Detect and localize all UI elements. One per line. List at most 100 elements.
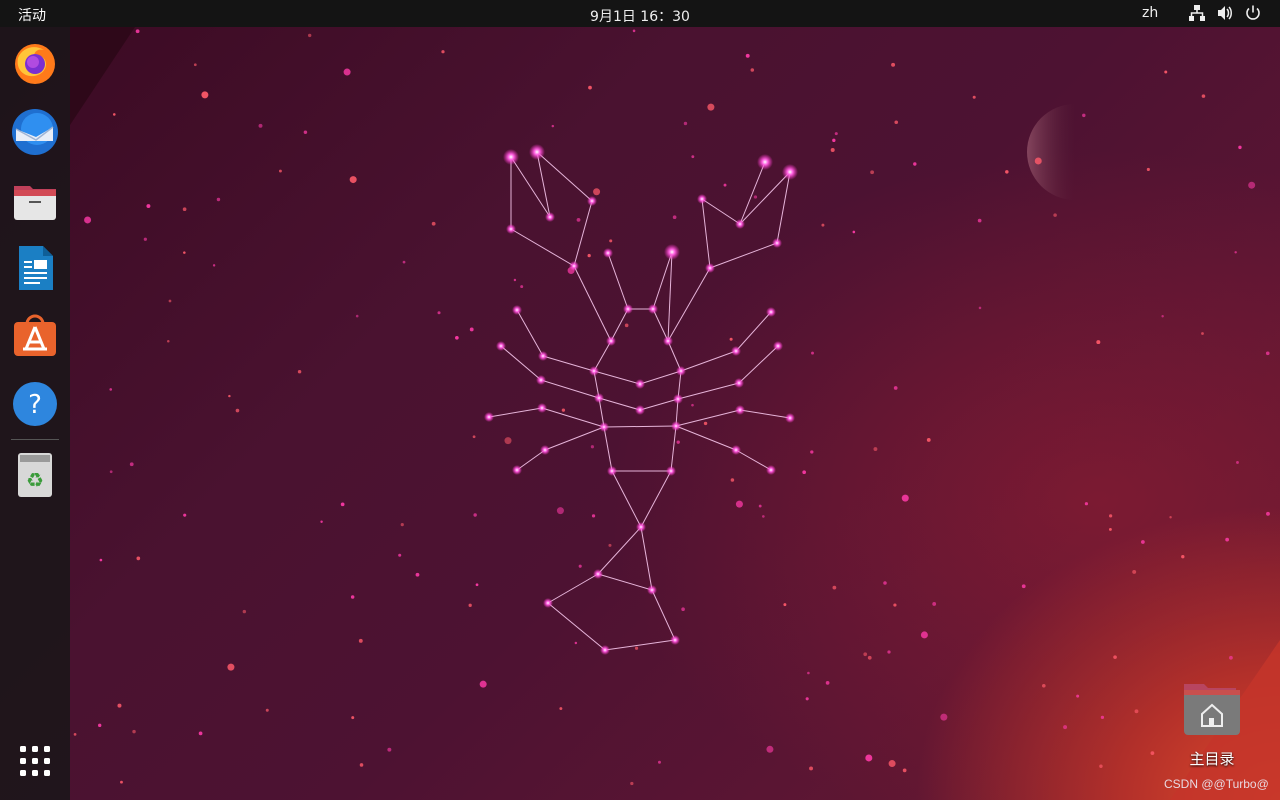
dock-item-writer[interactable] [9,242,61,294]
background-star [1100,715,1105,720]
power-icon [1244,4,1262,24]
background-star [913,162,917,166]
background-star [867,655,872,660]
background-star [242,609,247,614]
svg-text:♻: ♻ [26,468,44,492]
constellation-line [739,171,791,225]
background-star [1109,514,1113,518]
constellation-star [587,196,597,206]
background-star [608,543,612,547]
background-star [891,62,896,67]
firefox-icon [15,44,55,84]
language-indicator[interactable]: zh [1142,5,1158,21]
background-star [472,435,476,439]
background-star [1266,511,1270,516]
constellation-line [597,526,642,575]
constellation-star [496,341,506,351]
desktop-wallpaper [0,0,1280,800]
constellation-line [735,311,772,352]
background-star [834,132,838,136]
writer-icon [19,246,53,290]
background-star [349,176,357,184]
dock-item-trash[interactable]: ♻ [9,449,61,501]
constellation-star [635,405,645,415]
constellation-star [663,336,673,346]
constellation-star [731,346,741,356]
svg-text:?: ? [28,390,42,420]
background-star [98,723,102,728]
software-store-icon [14,314,56,356]
background-star [703,421,708,426]
constellation-star [540,445,550,455]
background-star [978,306,982,310]
dock-item-files[interactable] [9,174,61,226]
background-star [437,311,441,315]
dock: ? ♻ [0,27,70,800]
dock-item-help[interactable]: ? [9,378,61,430]
background-star [972,95,976,99]
background-star [609,239,613,243]
constellation-star [484,412,494,422]
constellation-line [544,426,605,451]
background-star [863,652,868,657]
constellation-line [516,449,546,471]
background-star [265,708,269,712]
dock-item-thunderbird[interactable] [9,106,61,158]
background-star [753,195,758,199]
home-folder-label: 主目录 [1189,750,1235,768]
clock-button[interactable]: 9月1日 16：30 [590,9,690,25]
background-star [576,217,581,222]
background-star [559,707,563,711]
constellation-line [639,398,679,411]
background-star [805,697,809,701]
background-star [441,50,445,54]
dock-item-firefox[interactable] [9,37,61,89]
constellation-line [735,449,772,471]
background-star [1161,315,1164,318]
dock-item-software[interactable] [9,310,61,362]
app-grid-icon [20,746,50,776]
constellation-line [640,526,653,591]
constellation-line [516,309,544,357]
constellation-line [593,340,612,372]
constellation-star [785,413,795,423]
background-star [1034,157,1042,165]
background-star [762,515,765,518]
background-star [630,781,634,786]
constellation-line [675,425,737,451]
constellation-line [500,345,542,381]
constellation-line [738,345,779,384]
background-star [1150,751,1155,755]
background-star [112,113,116,116]
show-applications-button[interactable] [9,735,61,787]
constellation-line [547,573,599,604]
files-icon [14,186,56,220]
constellation-line [598,397,641,411]
background-star [758,504,762,508]
background-star [216,197,221,202]
constellation-star [734,378,744,388]
background-star [278,169,282,173]
background-star [198,731,203,736]
background-star [469,327,474,332]
constellation-star [766,307,776,317]
constellation-star [606,336,616,346]
constellation-line [667,251,673,342]
activities-button[interactable]: 活动 [18,5,46,25]
constellation-star [648,304,658,314]
background-star [235,408,240,413]
background-star [1021,584,1026,589]
constellation-star [599,422,609,432]
constellation-line [603,425,677,428]
constellation-star [603,248,613,258]
constellation-star [735,219,745,229]
background-star [902,768,907,773]
constellation-line [701,198,741,225]
constellation-line [607,252,629,310]
background-star [624,323,629,328]
watermark-text: CSDN @@Turbo@ [1164,777,1269,791]
background-star [561,408,566,412]
top-bar: 活动 9月1日 16：30 zh [0,0,1280,27]
system-tray[interactable] [1188,4,1262,24]
constellation-star [623,304,633,314]
